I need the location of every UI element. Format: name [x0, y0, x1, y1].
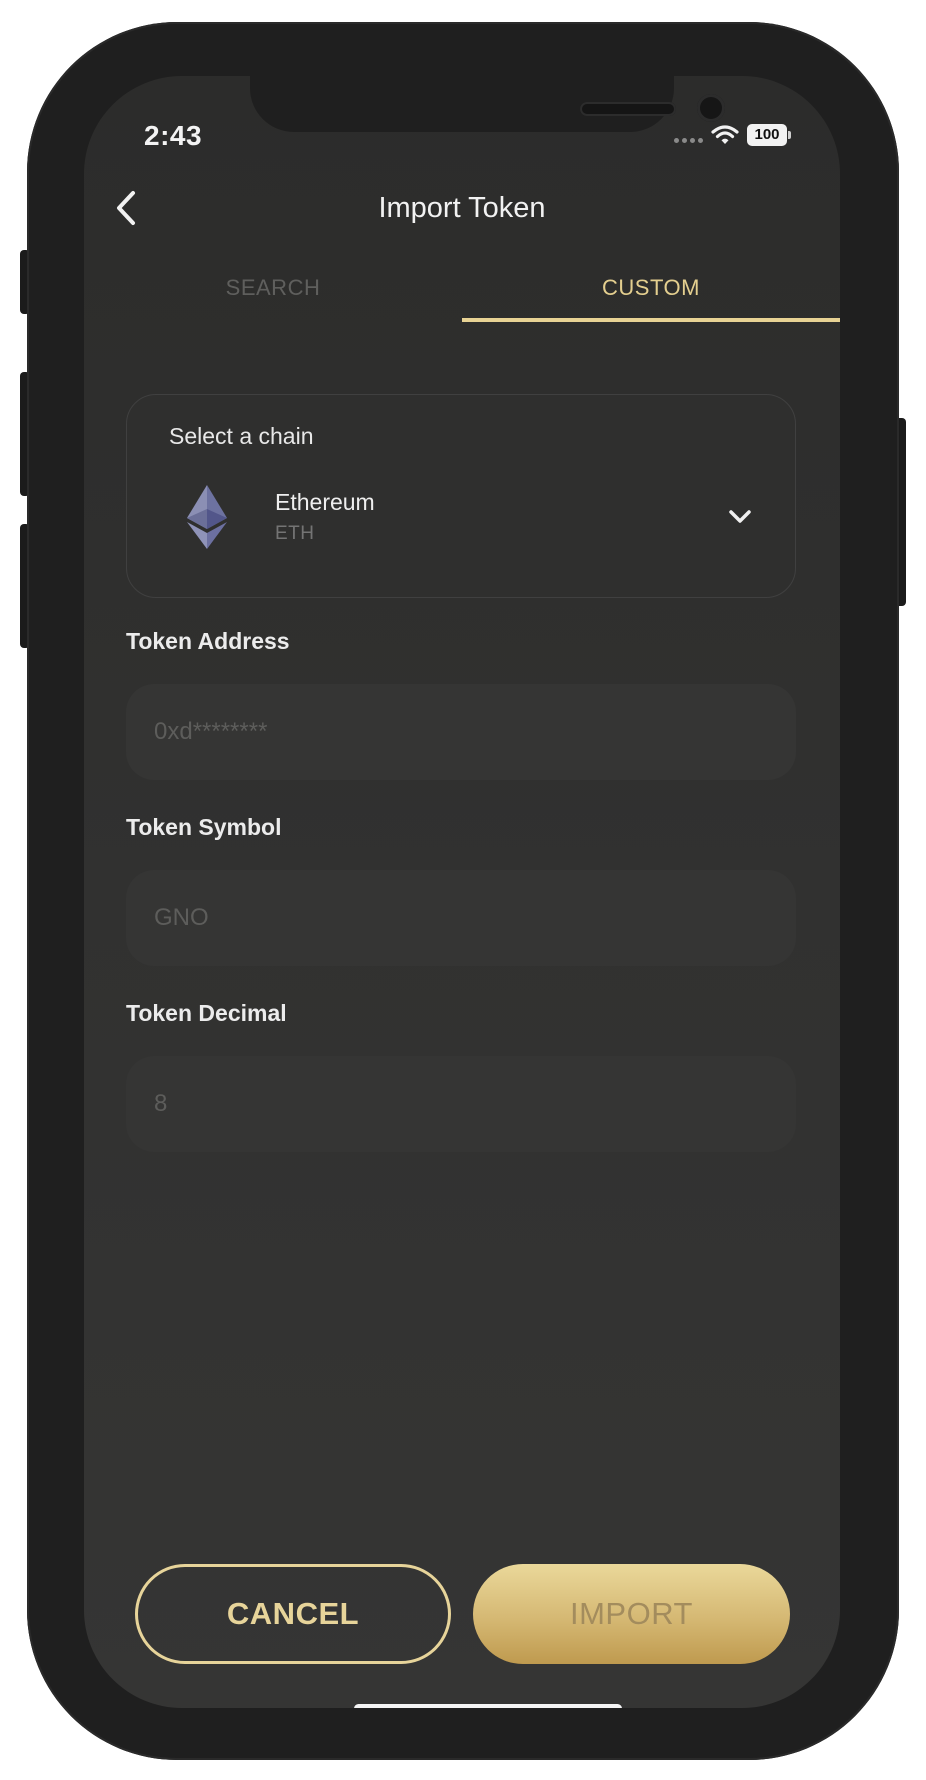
- tab-bar: SEARCH CUSTOM: [84, 266, 840, 322]
- tab-custom[interactable]: CUSTOM: [462, 266, 840, 322]
- token-symbol-field[interactable]: [126, 870, 796, 966]
- speaker-grille: [580, 102, 676, 116]
- front-camera: [697, 94, 725, 122]
- selected-chain[interactable]: Ethereum ETH: [127, 485, 797, 555]
- chain-name: Ethereum: [275, 489, 375, 515]
- chain-symbol: ETH: [275, 523, 315, 544]
- ethereum-logo-icon: [187, 485, 227, 549]
- tab-search[interactable]: SEARCH: [84, 266, 462, 322]
- phone-frame: 2:43 100 Import Token SEARCH CUSTOM Sele…: [27, 22, 899, 1760]
- cancel-button[interactable]: CANCEL: [135, 1564, 451, 1664]
- notch: [250, 76, 725, 132]
- token-symbol-label: Token Symbol: [126, 814, 282, 840]
- status-icons: 100: [674, 124, 791, 146]
- import-button[interactable]: IMPORT: [473, 1564, 790, 1664]
- token-address-label: Token Address: [126, 628, 290, 654]
- nav-bar: Import Token: [84, 180, 840, 240]
- page-title: Import Token: [378, 192, 546, 224]
- token-decimal-label: Token Decimal: [126, 1000, 287, 1026]
- home-indicator[interactable]: [354, 1704, 622, 1708]
- token-address-input[interactable]: [154, 684, 796, 780]
- app-screen: 2:43 100 Import Token SEARCH CUSTOM Sele…: [84, 76, 840, 1708]
- chevron-down-icon[interactable]: [725, 505, 755, 529]
- battery-icon: 100: [747, 124, 791, 146]
- token-address-field[interactable]: [126, 684, 796, 780]
- token-symbol-input[interactable]: [154, 870, 796, 966]
- chain-selector[interactable]: Select a chain Ethereum ETH: [126, 394, 796, 598]
- cellular-signal-icon: [674, 137, 703, 143]
- token-decimal-field[interactable]: [126, 1056, 796, 1152]
- token-decimal-input[interactable]: [154, 1056, 796, 1152]
- device-mockup: 2:43 100 Import Token SEARCH CUSTOM Sele…: [0, 0, 926, 1780]
- chain-selector-label: Select a chain: [169, 423, 314, 449]
- wifi-icon: [711, 125, 739, 144]
- active-tab-indicator: [462, 318, 840, 322]
- status-time: 2:43: [144, 120, 203, 151]
